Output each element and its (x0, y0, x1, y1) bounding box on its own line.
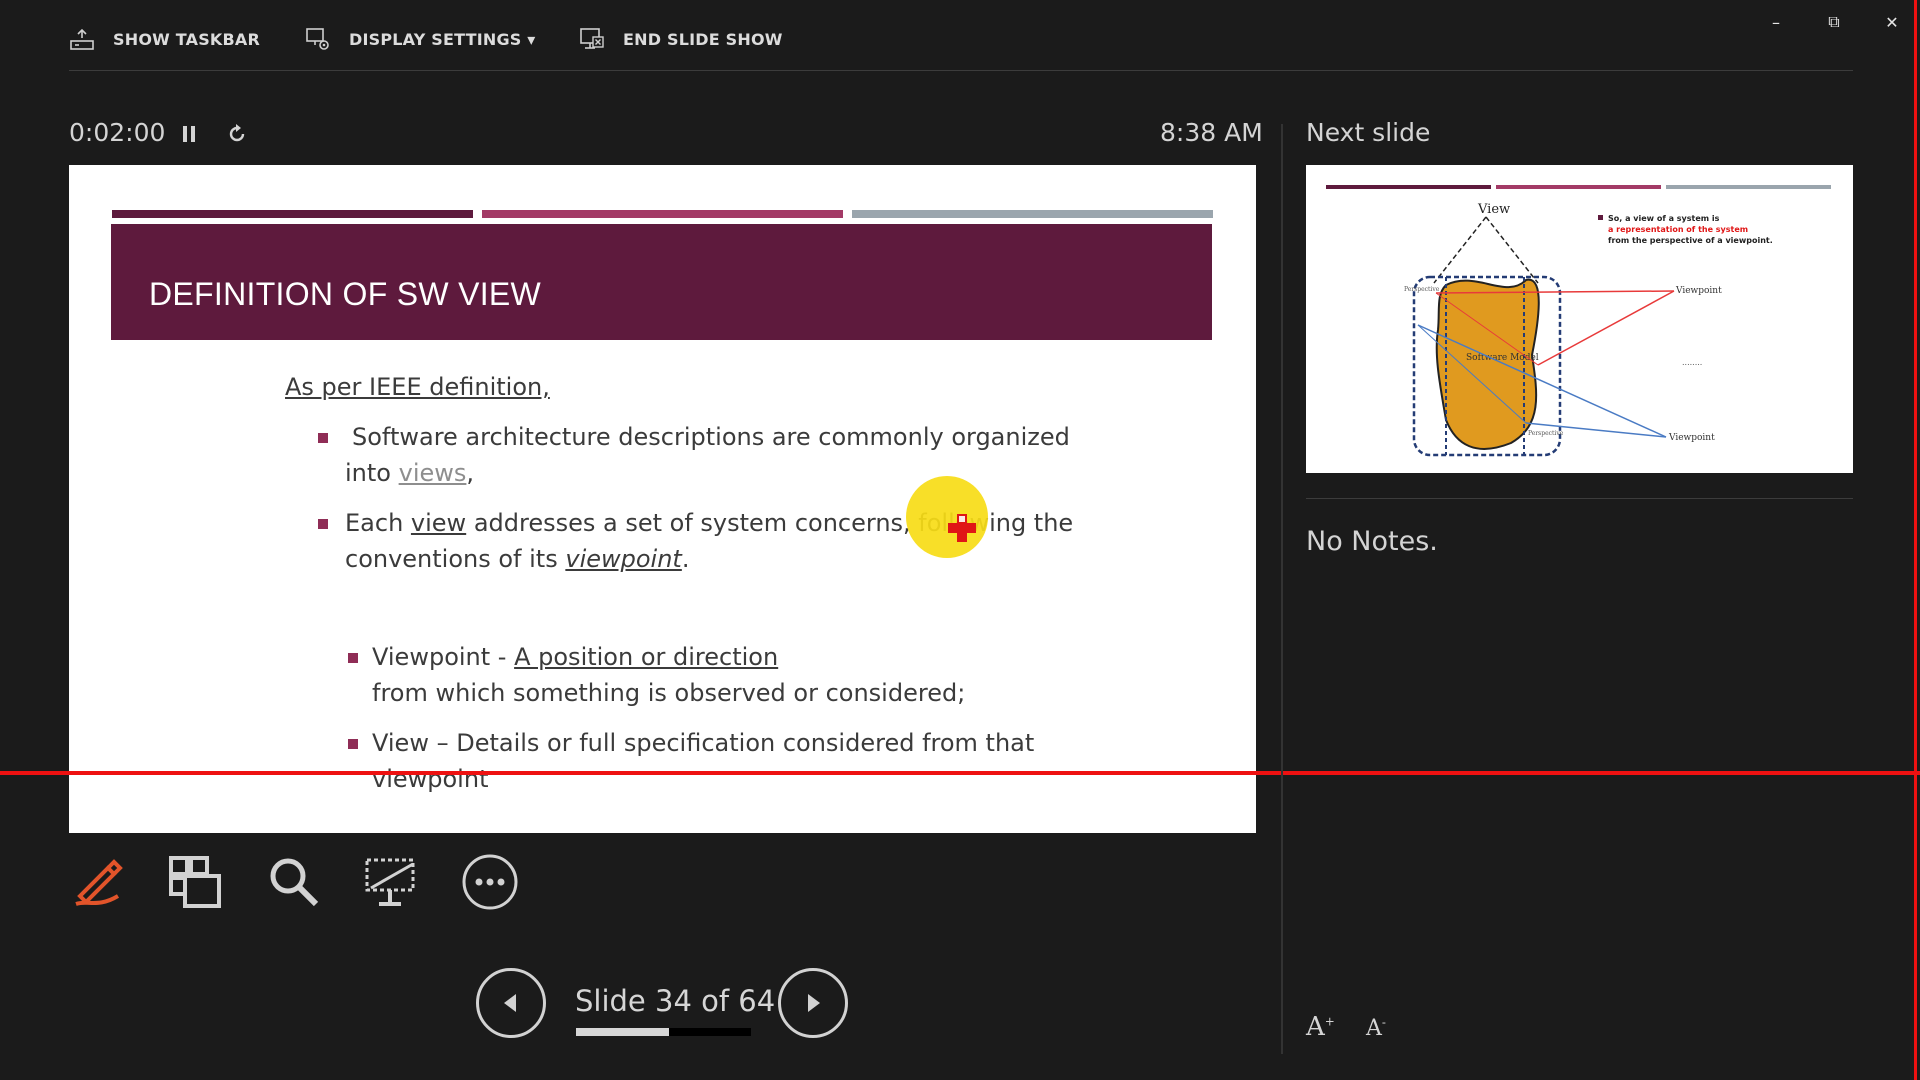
restore-icon: ⧉ (1828, 12, 1840, 31)
taskbar-icon (70, 28, 94, 50)
bullet-1-line-2: into views, (345, 455, 474, 491)
diagram-viewpoint-bottom: Viewpoint (1668, 433, 1715, 443)
see-all-slides-button[interactable] (163, 850, 227, 914)
close-icon: ✕ (1885, 12, 1899, 32)
thumb-bullet-text-1: So, a view of a system is (1608, 214, 1720, 223)
bullet-1-line-1: Software architecture descriptions are c… (352, 423, 1070, 451)
slide-progress-fill (576, 1028, 669, 1036)
sub-bullet-1-line-1: Viewpoint - A position or direction (372, 639, 778, 675)
sub-bullet-marker (348, 739, 358, 749)
diagram-dots: ........ (1682, 358, 1702, 367)
diagram-viewpoint-top: Viewpoint (1675, 286, 1722, 296)
views-link[interactable]: views (399, 459, 467, 487)
increase-font-icon: A+ (1306, 1012, 1335, 1042)
close-button[interactable]: ✕ (1874, 8, 1910, 36)
decrease-font-button[interactable]: A- (1366, 1016, 1386, 1041)
bullet-1-comma: , (466, 459, 475, 487)
pane-divider[interactable] (1281, 124, 1283, 1054)
sub-bullet-1-line-2: from which something is observed or cons… (372, 679, 966, 707)
slide-progress-bar (576, 1028, 751, 1036)
bullet-2-each: Each (345, 509, 404, 537)
more-options-button[interactable] (458, 850, 522, 914)
bullet-2-line-2: conventions of its viewpoint. (345, 541, 689, 577)
pen-icon (75, 859, 123, 906)
slides-grid-icon (169, 856, 221, 908)
next-icon (808, 994, 820, 1012)
increase-font-button[interactable]: A+ (1306, 1012, 1335, 1042)
bullet-1-into: into (345, 459, 391, 487)
sub-bullet-2-line-2: viewpoint (372, 765, 489, 793)
previous-icon (504, 994, 516, 1012)
minimize-button[interactable]: – (1758, 8, 1794, 36)
bullet-2-viewpoint: viewpoint (565, 545, 682, 573)
more-options-icon (462, 854, 518, 910)
end-slide-show-button[interactable]: END SLIDE SHOW (579, 22, 783, 56)
thumb-bullet-text-red: a representation of the system (1608, 225, 1748, 234)
slide-accent-bar-1 (112, 210, 473, 218)
restart-icon (229, 124, 245, 142)
pointer-cross-icon (948, 514, 976, 542)
restart-timer-button[interactable] (223, 120, 251, 148)
next-slide-diagram: View Software Model Viewpoint Viewpoint … (1326, 185, 1831, 457)
slide-counter[interactable]: Slide 34 of 64 (575, 984, 775, 1018)
current-slide[interactable]: DEFINITION OF SW VIEW As per IEEE defini… (69, 165, 1256, 833)
previous-slide-button[interactable] (476, 968, 546, 1038)
next-slide-button[interactable] (778, 968, 848, 1038)
pause-icon (183, 126, 195, 142)
bullet-marker (318, 519, 328, 529)
thumb-bullet-text-2: from the perspective of a viewpoint. (1608, 236, 1773, 245)
sub-bullet-marker (348, 653, 358, 663)
display-settings-label: DISPLAY SETTINGS ▾ (349, 29, 536, 49)
red-guide-line-horizontal (0, 771, 1920, 775)
slide-accent-bar-2 (482, 210, 843, 218)
diagram-view-label: View (1477, 202, 1510, 217)
red-guide-line-vertical (1914, 0, 1917, 1080)
notes-divider (1306, 498, 1853, 499)
slide-title-band: DEFINITION OF SW VIEW (111, 224, 1212, 340)
black-screen-button[interactable] (359, 850, 423, 914)
show-taskbar-label: SHOW TASKBAR (113, 29, 261, 49)
pen-tool-button[interactable] (66, 850, 130, 914)
show-taskbar-button[interactable]: SHOW TASKBAR (69, 22, 260, 56)
zoom-button[interactable] (262, 850, 326, 914)
end-show-icon (580, 28, 604, 49)
pause-timer-button[interactable] (175, 120, 203, 148)
slide-accent-bar-3 (852, 210, 1213, 218)
diagram-perspective-top: Perspective (1404, 286, 1440, 293)
bullet-2-period: . (681, 545, 690, 573)
slide-title: DEFINITION OF SW VIEW (149, 276, 542, 312)
sub-bullet-1-label: Viewpoint - (372, 643, 507, 671)
sub-bullet-1-link: A position or direction (514, 643, 779, 671)
minimize-icon: – (1772, 12, 1780, 32)
restore-button[interactable]: ⧉ (1816, 8, 1852, 36)
sub-bullet-2-line-1: View – Details or full specification con… (372, 729, 1035, 757)
decrease-font-icon: A- (1366, 1016, 1386, 1042)
magnifier-icon (270, 858, 319, 907)
end-slide-show-label: END SLIDE SHOW (623, 29, 783, 49)
bullet-marker (318, 433, 328, 443)
slide-heading-line: As per IEEE definition, (285, 373, 550, 401)
current-time: 8:38 AM (1160, 118, 1263, 147)
screen-toggle-icon (365, 858, 415, 906)
display-settings-icon (306, 28, 329, 50)
next-slide-label: Next slide (1306, 118, 1431, 147)
toolbar-divider (69, 70, 1853, 71)
next-slide-preview[interactable]: View Software Model Viewpoint Viewpoint … (1306, 165, 1853, 473)
diagram-perspective-bottom: Perspective (1528, 430, 1564, 437)
elapsed-timer: 0:02:00 (69, 118, 166, 147)
display-settings-button[interactable]: DISPLAY SETTINGS ▾ (305, 22, 536, 56)
bullet-2-view: view (410, 509, 467, 537)
bullet-2-conventions: conventions of its (345, 545, 558, 573)
speaker-notes: No Notes. (1306, 526, 1438, 557)
